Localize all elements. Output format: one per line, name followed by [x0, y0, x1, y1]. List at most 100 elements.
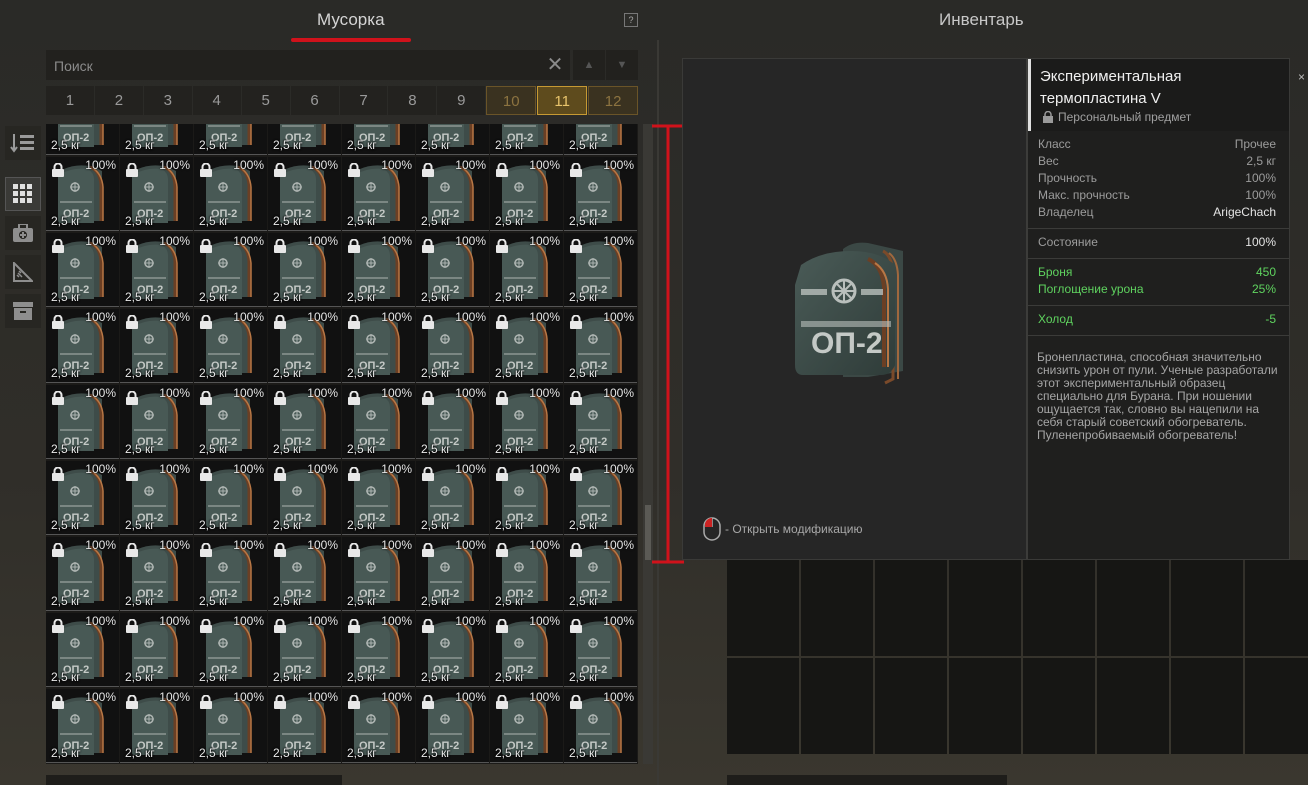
item-slot[interactable]: ОП-2100%2,5 кг	[342, 461, 415, 535]
item-slot[interactable]: ОП-2100%2,5 кг	[490, 124, 563, 155]
item-slot[interactable]: ОП-2100%2,5 кг	[46, 124, 119, 155]
item-slot[interactable]: ОП-2100%2,5 кг	[268, 309, 341, 383]
item-slot[interactable]: ОП-2100%2,5 кг	[46, 689, 119, 763]
ruler-triangle-icon[interactable]	[5, 255, 41, 289]
item-slot[interactable]: ОП-2100%2,5 кг	[564, 613, 637, 687]
inventory-slot[interactable]	[875, 560, 947, 656]
item-slot[interactable]: ОП-2100%2,5 кг	[342, 309, 415, 383]
item-slot[interactable]: ОП-2100%2,5 кг	[194, 613, 267, 687]
item-slot[interactable]: ОП-2100%2,5 кг	[46, 613, 119, 687]
inventory-slot[interactable]	[801, 560, 873, 656]
item-slot[interactable]: ОП-2100%2,5 кг	[120, 461, 193, 535]
item-slot[interactable]: ОП-2100%2,5 кг	[490, 461, 563, 535]
item-slot[interactable]: ОП-2100%2,5 кг	[564, 537, 637, 611]
item-slot[interactable]: ОП-2100%2,5 кг	[46, 309, 119, 383]
item-slot[interactable]: ОП-2100%2,5 кг	[120, 689, 193, 763]
item-slot[interactable]: ОП-2100%2,5 кг	[564, 124, 637, 155]
item-slot[interactable]: ОП-2100%2,5 кг	[416, 124, 489, 155]
inventory-slot[interactable]	[1023, 658, 1095, 754]
tab-inventory[interactable]: Инвентарь	[939, 10, 1024, 30]
item-slot[interactable]: ОП-2100%2,5 кг	[120, 613, 193, 687]
item-slot[interactable]: ОП-2100%2,5 кг	[416, 233, 489, 307]
inventory-slot[interactable]	[1245, 658, 1308, 754]
item-slot[interactable]: ОП-2100%2,5 кг	[490, 157, 563, 231]
item-slot[interactable]: ОП-2100%2,5 кг	[194, 385, 267, 459]
item-slot[interactable]: ОП-2100%2,5 кг	[342, 233, 415, 307]
item-slot[interactable]: ОП-2100%2,5 кг	[490, 385, 563, 459]
inventory-slot[interactable]	[875, 658, 947, 754]
sort-up-button[interactable]: ▲	[573, 50, 605, 80]
page-5[interactable]: 5	[241, 86, 290, 115]
item-slot[interactable]: ОП-2100%2,5 кг	[416, 613, 489, 687]
item-slot[interactable]: ОП-2100%2,5 кг	[194, 157, 267, 231]
item-slot[interactable]: ОП-2100%2,5 кг	[120, 385, 193, 459]
page-3[interactable]: 3	[143, 86, 192, 115]
item-slot[interactable]: ОП-2100%2,5 кг	[120, 233, 193, 307]
page-9[interactable]: 9	[437, 86, 486, 115]
page-8[interactable]: 8	[388, 86, 437, 115]
item-slot[interactable]: ОП-2100%2,5 кг	[194, 689, 267, 763]
item-slot[interactable]: ОП-2100%2,5 кг	[194, 309, 267, 383]
item-slot[interactable]: ОП-2100%2,5 кг	[268, 124, 341, 155]
item-slot[interactable]: ОП-2100%2,5 кг	[342, 537, 415, 611]
item-slot[interactable]: ОП-2100%2,5 кг	[416, 461, 489, 535]
inventory-slot[interactable]	[1171, 658, 1243, 754]
item-slot[interactable]: ОП-2100%2,5 кг	[268, 461, 341, 535]
item-slot[interactable]: ОП-2100%2,5 кг	[564, 385, 637, 459]
item-slot[interactable]: ОП-2100%2,5 кг	[268, 233, 341, 307]
item-slot[interactable]: ОП-2100%2,5 кг	[342, 613, 415, 687]
item-slot[interactable]: ОП-2100%2,5 кг	[268, 537, 341, 611]
item-slot[interactable]: ОП-2100%2,5 кг	[564, 309, 637, 383]
item-slot[interactable]: ОП-2100%2,5 кг	[268, 385, 341, 459]
sort-down-button[interactable]: ▼	[606, 50, 638, 80]
inventory-slot[interactable]	[727, 560, 799, 656]
item-slot[interactable]: ОП-2100%2,5 кг	[342, 385, 415, 459]
item-slot[interactable]: ОП-2100%2,5 кг	[342, 124, 415, 155]
page-2[interactable]: 2	[94, 86, 143, 115]
item-slot[interactable]: ОП-2100%2,5 кг	[490, 613, 563, 687]
clear-search-icon[interactable]: ✕	[544, 54, 566, 76]
page-7[interactable]: 7	[339, 86, 388, 115]
item-slot[interactable]: ОП-2100%2,5 кг	[416, 309, 489, 383]
item-slot[interactable]: ОП-2100%2,5 кг	[194, 461, 267, 535]
item-slot[interactable]: ОП-2100%2,5 кг	[120, 157, 193, 231]
item-slot[interactable]: ОП-2100%2,5 кг	[194, 233, 267, 307]
page-4[interactable]: 4	[192, 86, 241, 115]
inventory-slot[interactable]	[727, 658, 799, 754]
item-slot[interactable]: ОП-2100%2,5 кг	[194, 537, 267, 611]
item-slot[interactable]: ОП-2100%2,5 кг	[46, 233, 119, 307]
inventory-slot[interactable]	[1171, 560, 1243, 656]
item-slot[interactable]: ОП-2100%2,5 кг	[490, 233, 563, 307]
item-slot[interactable]: ОП-2100%2,5 кг	[564, 461, 637, 535]
item-slot[interactable]: ОП-2100%2,5 кг	[46, 537, 119, 611]
close-icon[interactable]: ×	[1298, 70, 1305, 84]
page-6[interactable]: 6	[290, 86, 339, 115]
medkit-icon[interactable]	[5, 216, 41, 250]
archive-icon[interactable]	[5, 294, 41, 328]
tab-trash[interactable]: Мусорка	[317, 10, 385, 30]
item-slot[interactable]: ОП-2100%2,5 кг	[490, 537, 563, 611]
page-12[interactable]: 12	[588, 86, 639, 115]
item-slot[interactable]: ОП-2100%2,5 кг	[120, 537, 193, 611]
item-slot[interactable]: ОП-2100%2,5 кг	[564, 689, 637, 763]
item-slot[interactable]: ОП-2100%2,5 кг	[416, 157, 489, 231]
inventory-slot[interactable]	[801, 658, 873, 754]
item-slot[interactable]: ОП-2100%2,5 кг	[268, 613, 341, 687]
inventory-slot[interactable]	[949, 560, 1021, 656]
page-11[interactable]: 11	[537, 86, 588, 115]
item-slot[interactable]: ОП-2100%2,5 кг	[416, 689, 489, 763]
sort-icon[interactable]	[5, 126, 41, 160]
inventory-slot[interactable]	[1097, 560, 1169, 656]
item-slot[interactable]: ОП-2100%2,5 кг	[46, 461, 119, 535]
inventory-slot[interactable]	[1023, 560, 1095, 656]
inventory-slot[interactable]	[1097, 658, 1169, 754]
inventory-slot[interactable]	[1245, 560, 1308, 656]
item-slot[interactable]: ОП-2100%2,5 кг	[268, 689, 341, 763]
item-slot[interactable]: ОП-2100%2,5 кг	[416, 385, 489, 459]
item-slot[interactable]: ОП-2100%2,5 кг	[120, 124, 193, 155]
item-slot[interactable]: ОП-2100%2,5 кг	[342, 689, 415, 763]
page-1[interactable]: 1	[46, 86, 94, 115]
item-slot[interactable]: ОП-2100%2,5 кг	[120, 309, 193, 383]
item-slot[interactable]: ОП-2100%2,5 кг	[490, 689, 563, 763]
item-slot[interactable]: ОП-2100%2,5 кг	[564, 157, 637, 231]
